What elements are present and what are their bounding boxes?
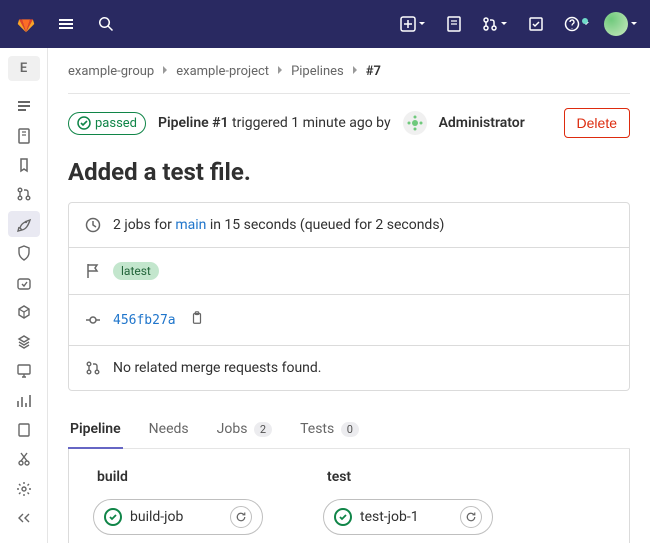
flag-icon xyxy=(85,263,101,279)
chevron-right-icon xyxy=(350,64,360,79)
jobs-summary: 2 jobs for main in 15 seconds (queued fo… xyxy=(69,203,629,247)
stage-name: test xyxy=(323,469,493,485)
gitlab-logo-icon[interactable] xyxy=(12,10,40,38)
tab-pipeline[interactable]: Pipeline xyxy=(68,411,123,449)
tab-tests[interactable]: Tests 0 xyxy=(298,411,361,449)
issues-icon[interactable] xyxy=(440,10,468,38)
infrastructure-icon[interactable] xyxy=(8,329,40,354)
breadcrumb: example-group example-project Pipelines … xyxy=(68,64,630,79)
hamburger-menu-icon[interactable] xyxy=(52,10,80,38)
copy-sha-button[interactable] xyxy=(188,309,206,331)
user-link[interactable]: Administrator xyxy=(439,115,525,131)
breadcrumb-current: #7 xyxy=(366,64,381,79)
page-title: Added a test file. xyxy=(68,158,630,186)
job-status-passed-icon xyxy=(104,508,122,526)
cicd-icon[interactable] xyxy=(8,211,40,236)
tab-navigation: Pipeline Needs Jobs 2 Tests 0 xyxy=(68,411,630,449)
chevron-right-icon xyxy=(275,64,285,79)
merge-requests-sidebar-icon[interactable] xyxy=(8,182,40,207)
user-menu[interactable] xyxy=(604,12,638,36)
analytics-icon[interactable] xyxy=(8,388,40,413)
job-name: test-job-1 xyxy=(360,509,452,525)
stage-test: test test-job-1 xyxy=(323,469,493,535)
check-circle-icon xyxy=(77,116,91,130)
settings-icon[interactable] xyxy=(8,476,40,501)
merge-requests-dropdown[interactable] xyxy=(482,16,508,32)
main-content: example-group example-project Pipelines … xyxy=(48,48,650,543)
delete-button[interactable]: Delete xyxy=(564,108,630,138)
merge-request-icon xyxy=(85,360,101,376)
pipeline-header: passed Pipeline #1 triggered 1 minute ag… xyxy=(68,94,630,152)
breadcrumb-group[interactable]: example-group xyxy=(68,64,154,79)
deployments-icon[interactable] xyxy=(8,270,40,295)
status-label: passed xyxy=(95,116,137,131)
job-name: build-job xyxy=(130,509,222,525)
todo-icon[interactable] xyxy=(522,10,550,38)
status-badge[interactable]: passed xyxy=(68,112,146,135)
project-avatar[interactable]: E xyxy=(8,56,40,81)
project-info-icon[interactable] xyxy=(8,93,40,118)
top-navigation xyxy=(0,0,650,48)
job-status-passed-icon xyxy=(334,508,352,526)
breadcrumb-project[interactable]: example-project xyxy=(176,64,269,79)
ref-link[interactable]: main xyxy=(175,217,206,233)
wiki-icon[interactable] xyxy=(8,417,40,442)
pipeline-trigger-text: Pipeline #1 triggered 1 minute ago by xyxy=(158,115,391,131)
chevron-right-icon xyxy=(160,64,170,79)
tab-jobs[interactable]: Jobs 2 xyxy=(215,411,274,449)
stage-name: build xyxy=(93,469,263,485)
user-avatar-icon[interactable] xyxy=(403,111,427,135)
no-mr-text: No related merge requests found. xyxy=(113,360,321,376)
commit-icon xyxy=(85,312,101,328)
jobs-count-badge: 2 xyxy=(254,422,272,437)
retry-button[interactable] xyxy=(230,506,252,528)
merge-requests-section: No related merge requests found. xyxy=(69,345,629,390)
latest-tag: latest xyxy=(113,262,159,280)
avatar xyxy=(604,12,628,36)
collapse-sidebar-icon[interactable] xyxy=(8,506,40,531)
breadcrumb-pipelines[interactable]: Pipelines xyxy=(291,64,344,79)
stage-build: build build-job xyxy=(93,469,263,535)
repository-icon[interactable] xyxy=(8,123,40,148)
plus-dropdown[interactable] xyxy=(400,16,426,32)
pipeline-info-box: 2 jobs for main in 15 seconds (queued fo… xyxy=(68,202,630,391)
tab-needs[interactable]: Needs xyxy=(147,411,191,449)
clipboard-icon xyxy=(190,311,204,325)
commit-section: 456fb27a xyxy=(69,294,629,345)
packages-icon[interactable] xyxy=(8,300,40,325)
tests-count-badge: 0 xyxy=(341,422,359,437)
latest-section: latest xyxy=(69,247,629,294)
retry-button[interactable] xyxy=(460,506,482,528)
commit-sha-link[interactable]: 456fb27a xyxy=(113,313,176,328)
search-icon[interactable] xyxy=(92,10,120,38)
job-pill-build[interactable]: build-job xyxy=(93,499,263,535)
issues-sidebar-icon[interactable] xyxy=(8,152,40,177)
snippets-icon[interactable] xyxy=(8,447,40,472)
monitor-icon[interactable] xyxy=(8,358,40,383)
clock-icon xyxy=(85,217,101,233)
job-pill-test[interactable]: test-job-1 xyxy=(323,499,493,535)
help-dropdown[interactable] xyxy=(564,16,590,32)
security-icon[interactable] xyxy=(8,241,40,266)
pipeline-graph: build build-job test test-job-1 xyxy=(68,449,630,543)
context-sidebar: E xyxy=(0,48,48,543)
